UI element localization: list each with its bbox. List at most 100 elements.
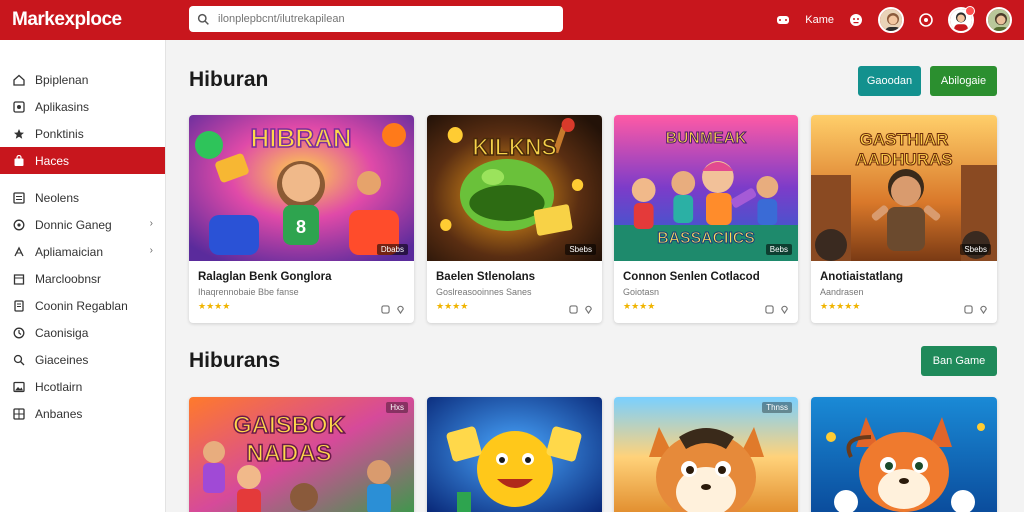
sidebar-item-13[interactable]: Anbanes [0, 400, 165, 427]
bookmark-icon[interactable] [964, 301, 973, 314]
game-card[interactable]: BUNMEAK BASSACIICS Bebs Connon Senlen Cot… [614, 115, 798, 323]
sidebar-item-label: Ponktinis [35, 126, 84, 141]
thumbnail-tag: Sbebs [960, 244, 991, 255]
sidebar-item-label: Coonin Regablan [35, 298, 128, 313]
bag-icon [12, 154, 25, 167]
sidebar-item-10[interactable]: Caonisiga [0, 319, 165, 346]
sidebar-item-label: Bpiplenan [35, 72, 89, 87]
star-icon [12, 127, 25, 140]
search-icon [12, 353, 25, 366]
sidebar-item-9[interactable]: Coonin Regablan [0, 292, 165, 319]
svg-text:KILKNS: KILKNS [472, 133, 556, 160]
header-actions: Kame [773, 0, 1012, 40]
game-card[interactable] [427, 397, 602, 512]
game-title[interactable]: Baelen Stlenolans [436, 271, 535, 283]
card-actions [381, 301, 405, 315]
rating-stars: ★★★★ [623, 301, 656, 311]
bookmark-icon[interactable] [569, 301, 578, 314]
filter-button[interactable]: Gaoodan [858, 66, 921, 96]
svg-text:GAISBOK: GAISBOK [233, 412, 346, 439]
sidebar-item-2[interactable]: Aplikasins [0, 93, 165, 120]
game-card[interactable]: 8 HIBRAN Dbabs Ralaglan Benk Gonglora Ihaq… [189, 115, 414, 323]
sidebar-item-label: Hcotlairn [35, 379, 83, 394]
sidebar-item-5[interactable]: Neolens [0, 184, 165, 211]
game-card[interactable]: GASTHIAR AADHURAS Sbebs Anotiaistatlang Aa… [811, 115, 997, 323]
app-logo[interactable]: Markexploce [12, 9, 188, 31]
game-card[interactable] [811, 397, 997, 512]
location-icon[interactable] [979, 301, 988, 315]
game-title[interactable]: Ralaglan Benk Gonglora [198, 271, 332, 283]
card-actions [765, 301, 789, 315]
search-box[interactable] [189, 6, 563, 32]
thumbnail-tag: Thnss [762, 402, 792, 413]
gamepad-icon [12, 218, 25, 231]
thumbnail-tag: Hxs [386, 402, 408, 413]
clock-icon [12, 326, 25, 339]
user-label[interactable]: Kame [805, 14, 834, 26]
store-icon [12, 272, 25, 285]
game-button[interactable]: Ban Game [921, 346, 997, 376]
section-title-2: Hiburans [189, 349, 281, 372]
game-subtitle: Goiotasn [623, 287, 660, 297]
sidebar-item-3[interactable]: Ponktinis [0, 120, 165, 147]
thumbnail-tag: Bebs [765, 244, 792, 255]
sidebar-item-label: Apliamaician [35, 244, 104, 259]
search-icon [197, 13, 209, 25]
card-actions [964, 301, 988, 315]
game-subtitle: Ihaqrennobaie Bbe fanse [198, 287, 299, 297]
location-icon[interactable] [584, 301, 593, 315]
game-thumbnail[interactable]: KILKNS Sbebs [427, 115, 602, 261]
notification-badge [965, 6, 975, 16]
sidebar-item-7[interactable]: Apliamaician › [0, 238, 165, 265]
avatar[interactable] [878, 7, 904, 33]
game-title[interactable]: Anotiaistatlang [820, 271, 903, 283]
apps-icon [12, 100, 25, 113]
sidebar-item-label: Aplikasins [35, 99, 90, 114]
rating-stars: ★★★★ [198, 301, 231, 311]
thumbnail-tag: Sbebs [565, 244, 596, 255]
help-icon[interactable] [916, 10, 936, 30]
home-icon [12, 73, 25, 86]
sidebar-item-4[interactable]: Haces [0, 147, 165, 174]
svg-text:AADHURAS: AADHURAS [855, 150, 952, 169]
location-icon[interactable] [780, 301, 789, 315]
list-icon [12, 191, 25, 204]
emoji-icon[interactable] [846, 10, 866, 30]
sidebar-item-label: Anbanes [35, 406, 83, 421]
bookmark-icon[interactable] [765, 301, 774, 314]
bookmark-icon[interactable] [381, 301, 390, 314]
rating-stars: ★★★★★ [820, 301, 861, 311]
notification-avatar[interactable] [948, 6, 975, 33]
sidebar-item-label: Giaceines [35, 352, 89, 367]
gamepad-icon[interactable] [773, 10, 793, 30]
grid-icon [12, 407, 25, 420]
location-icon[interactable] [396, 301, 405, 315]
section-title: Hiburan [189, 68, 269, 91]
card-actions [569, 301, 593, 315]
game-title[interactable]: Connon Senlen Cotlacod [623, 271, 760, 283]
game-card[interactable]: GAISBOK NADAS Hxs [189, 397, 414, 512]
sidebar-item-1[interactable]: Bpiplenan [0, 66, 165, 93]
game-thumbnail[interactable]: 8 HIBRAN Dbabs [189, 115, 414, 261]
sidebar-item-8[interactable]: Marcloobnsr [0, 265, 165, 292]
svg-text:BUNMEAK: BUNMEAK [666, 130, 747, 147]
game-subtitle: Goslreasooinnes Sanes [436, 287, 532, 297]
game-thumbnail[interactable]: BUNMEAK BASSACIICS Bebs [614, 115, 798, 261]
categories-button[interactable]: Abilogaie [930, 66, 997, 96]
thumbnail-tag: Dbabs [376, 244, 408, 255]
svg-text:HIBRAN: HIBRAN [250, 123, 351, 153]
sidebar-item-12[interactable]: Hcotlairn [0, 373, 165, 400]
image-icon [12, 380, 25, 393]
sidebar-item-label: Caonisiga [35, 325, 89, 340]
profile-avatar[interactable] [986, 7, 1012, 33]
game-card[interactable]: KILKNS Sbebs Baelen Stlenolans Goslreasooi… [427, 115, 602, 323]
sidebar-item-6[interactable]: Donnic Ganeg › [0, 211, 165, 238]
game-card[interactable]: Thnss [614, 397, 798, 512]
sidebar: Bpiplenan Aplikasins Ponktinis Haces Neolens… [0, 40, 166, 512]
svg-text:BASSACIICS: BASSACIICS [657, 230, 755, 247]
game-thumbnail[interactable]: GASTHIAR AADHURAS Sbebs [811, 115, 997, 261]
sidebar-item-11[interactable]: Giaceines [0, 346, 165, 373]
search-input[interactable] [218, 13, 548, 25]
svg-text:8: 8 [296, 217, 306, 237]
puzzle-icon [12, 245, 25, 258]
